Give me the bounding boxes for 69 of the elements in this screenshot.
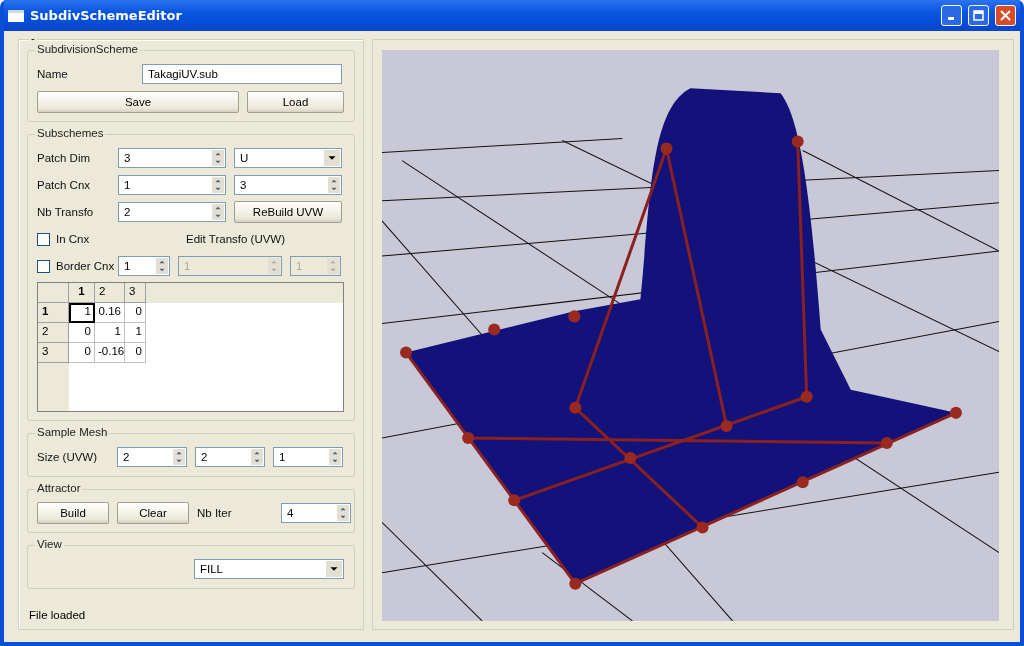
- status-text: File loaded: [28, 609, 87, 621]
- field-label: Name: [37, 68, 69, 81]
- row-header[interactable]: 1: [38, 303, 69, 324]
- window-title: SubdivSchemeEditor: [30, 8, 183, 24]
- column-header[interactable]: 2: [95, 283, 125, 304]
- row-header[interactable]: 3: [38, 343, 69, 364]
- spin-field[interactable]: 1: [118, 175, 226, 196]
- down-arrow-icon[interactable]: [329, 457, 341, 466]
- caret-icon[interactable]: [326, 561, 342, 578]
- down-arrow-icon[interactable]: [212, 185, 224, 194]
- table-cell[interactable]: 0: [125, 303, 146, 324]
- dropdown[interactable]: U: [234, 148, 342, 169]
- table-cell[interactable]: 1: [125, 323, 146, 344]
- spin-field[interactable]: 2: [117, 447, 187, 468]
- name-field[interactable]: TakagiUV.sub: [142, 64, 342, 85]
- dropdown[interactable]: FILL: [194, 559, 344, 580]
- table-cell[interactable]: 0: [69, 343, 95, 364]
- close-icon: [1000, 10, 1011, 22]
- clear-button[interactable]: Clear: [117, 502, 189, 525]
- table-cell[interactable]: 0.16: [95, 303, 125, 324]
- caret-icon[interactable]: [324, 150, 340, 167]
- table-cell[interactable]: -0.16: [95, 343, 125, 364]
- group-title: Attractor: [35, 482, 83, 495]
- table-cell[interactable]: 1: [69, 303, 95, 324]
- column-header[interactable]: 3: [125, 283, 146, 304]
- spin-field[interactable]: 3: [234, 175, 342, 196]
- window-icon: [8, 9, 24, 22]
- close-button[interactable]: [995, 5, 1016, 27]
- build-button[interactable]: Build: [37, 502, 109, 525]
- group-title: View: [35, 538, 64, 551]
- spin-field[interactable]: 2: [118, 202, 226, 223]
- group-title: Sample Mesh: [35, 426, 110, 439]
- spin-field[interactable]: 2: [195, 447, 265, 468]
- checkbox[interactable]: [37, 259, 50, 273]
- group-title: SubdivisionScheme: [35, 43, 140, 56]
- checkbox[interactable]: [37, 232, 50, 246]
- spin-field[interactable]: 3: [118, 148, 226, 169]
- down-arrow-icon[interactable]: [173, 457, 185, 466]
- field-label: Patch Cnx: [37, 179, 92, 192]
- table-cell[interactable]: 1: [95, 323, 125, 344]
- spin-field[interactable]: 4: [281, 503, 351, 524]
- down-arrow-icon[interactable]: [212, 212, 224, 221]
- field-label: Patch Dim: [37, 152, 92, 165]
- down-arrow-icon[interactable]: [337, 513, 349, 522]
- field-label: Nb Iter: [197, 507, 233, 520]
- corner-cell: [38, 283, 69, 304]
- spin-field[interactable]: 1: [118, 256, 170, 277]
- maximize-icon: [973, 10, 984, 22]
- matrix-grid[interactable]: 1 2 3 1 1 0.16 0 2 0 1 1 3 0 -0.16 0: [37, 282, 344, 413]
- field-label: Size (UVW): [37, 451, 99, 464]
- row-header[interactable]: 2: [38, 323, 69, 344]
- save-button[interactable]: Save: [37, 91, 239, 114]
- checkbox-label: Border Cnx: [56, 260, 115, 273]
- group-title: Subschemes: [35, 127, 106, 140]
- column-header[interactable]: 1: [69, 283, 95, 304]
- spin-field[interactable]: 1: [273, 447, 343, 468]
- maximize-button[interactable]: [968, 5, 989, 27]
- section-label: Edit Transfo (UVW): [186, 233, 286, 246]
- down-arrow-icon[interactable]: [212, 158, 224, 167]
- load-button[interactable]: Load: [247, 91, 344, 114]
- down-arrow-icon[interactable]: [156, 266, 168, 275]
- table-cell[interactable]: 0: [69, 323, 95, 344]
- checkbox-label: In Cnx: [56, 233, 90, 246]
- minimize-button[interactable]: [941, 5, 962, 27]
- down-arrow-icon[interactable]: [328, 185, 340, 194]
- field-label: Nb Transfo: [37, 206, 95, 219]
- down-arrow-icon[interactable]: [251, 457, 263, 466]
- rebuild-button[interactable]: ReBuild UVW: [234, 201, 342, 224]
- table-cell[interactable]: 0: [125, 343, 146, 364]
